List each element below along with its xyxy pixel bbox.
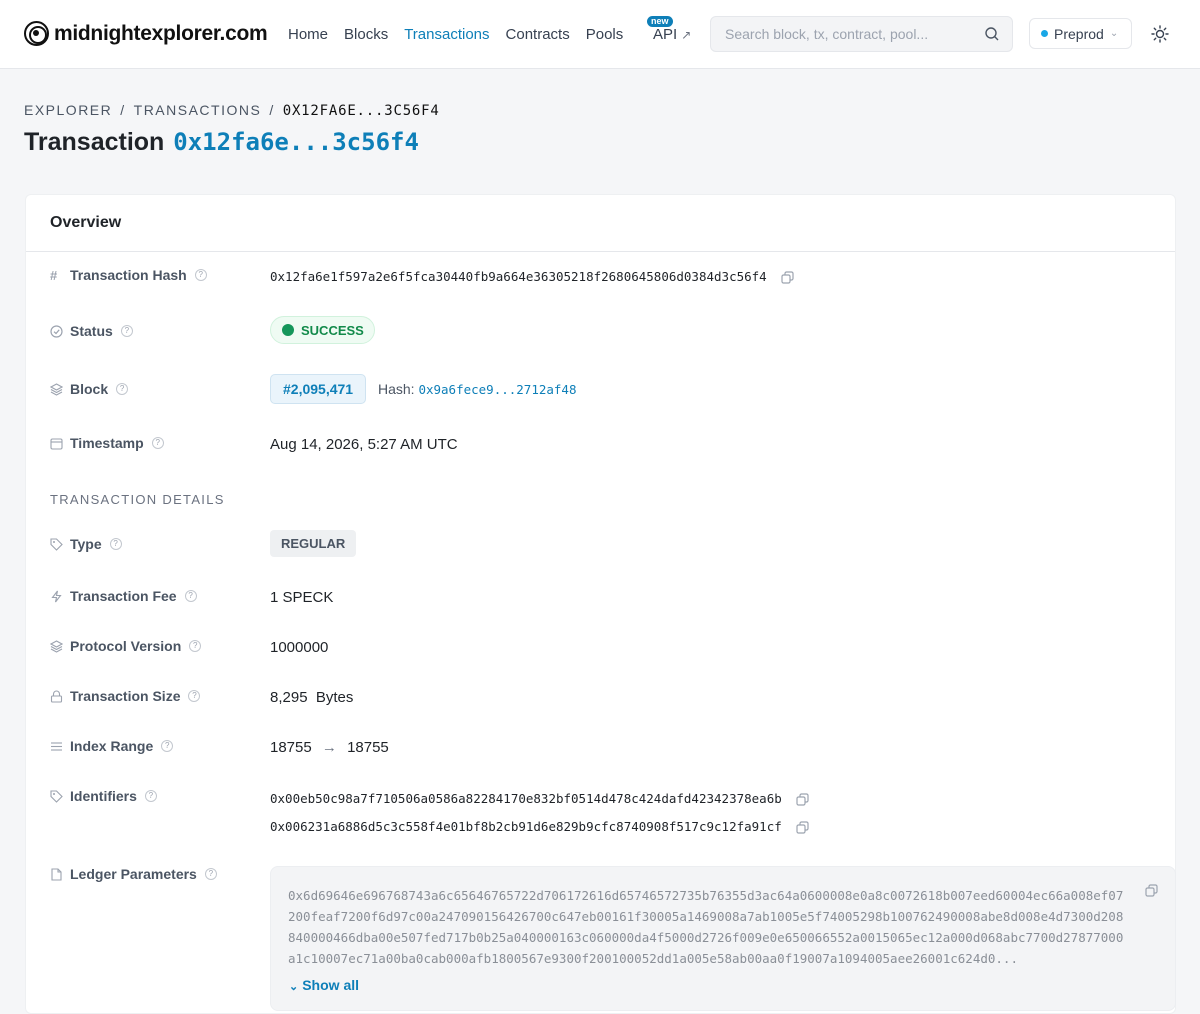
block-hash-link[interactable]: 0x9a6fece9...2712af48	[418, 382, 576, 397]
label-transaction-size: Transaction Size	[70, 688, 181, 704]
layers-icon	[50, 639, 63, 653]
protocol-version-value: 1000000	[270, 639, 329, 656]
main-nav: Home Blocks Transactions Contracts Pools…	[288, 16, 691, 43]
transaction-size-value: 8,295 Bytes	[270, 689, 354, 706]
help-icon[interactable]: ?	[161, 740, 174, 752]
label-protocol-version: Protocol Version	[70, 638, 182, 654]
label-transaction-fee: Transaction Fee	[70, 588, 177, 604]
type-badge: REGULAR	[270, 530, 357, 557]
tag-icon	[50, 537, 63, 551]
help-icon[interactable]: ?	[189, 640, 202, 652]
lightning-icon	[51, 590, 62, 602]
label-type: Type	[70, 536, 102, 552]
help-icon[interactable]: ?	[120, 325, 133, 337]
breadcrumb: Explorer / Transactions/0x12fa6e...3c56f4	[24, 102, 440, 119]
help-icon[interactable]: ?	[204, 868, 217, 880]
show-all-button[interactable]: ⌄ Show all	[289, 977, 359, 993]
page-title-hash: 0x12fa6e...3c56f4	[173, 128, 419, 156]
help-icon[interactable]: ?	[116, 383, 129, 395]
help-icon[interactable]: ?	[194, 269, 207, 281]
nav-api[interactable]: new API ↗	[647, 16, 692, 43]
label-timestamp: Timestamp	[70, 435, 144, 451]
arrow-right-icon: →	[321, 739, 337, 756]
identifier-item: 0x00eb50c98a7f710506a0586a82284170e832bf…	[270, 790, 809, 818]
overview-card: Overview # Transaction Hash ? 0x12fa6e1f…	[25, 194, 1176, 1014]
page-title: Transaction 0x12fa6e...3c56f4	[24, 128, 419, 157]
new-badge: new	[647, 16, 673, 27]
logo-text: midnightexplorer.com	[54, 21, 268, 45]
card-title: Overview	[26, 195, 1175, 252]
status-badge: SUCCESS	[270, 316, 375, 344]
hash-icon: #	[50, 267, 58, 283]
nav-contracts[interactable]: Contracts	[506, 26, 570, 43]
top-header: midnightexplorer.com Home Blocks Transac…	[0, 0, 1200, 69]
lock-icon	[50, 690, 63, 703]
copy-icon[interactable]	[796, 793, 809, 806]
label-transaction-hash: Transaction Hash	[70, 267, 187, 283]
network-label: Preprod	[1054, 25, 1104, 42]
copy-icon[interactable]	[1145, 884, 1158, 897]
index-range-to: 18755	[347, 739, 389, 756]
help-icon[interactable]: ?	[188, 690, 201, 702]
identifier-value: 0x006231a6886d5c3c558f4e01bf8b2cb91d6e82…	[270, 819, 782, 834]
copy-icon[interactable]	[780, 271, 794, 284]
block-number-link[interactable]: #2,095,471	[270, 374, 367, 404]
identifier-value: 0x00eb50c98a7f710506a0586a82284170e832bf…	[270, 791, 782, 806]
show-all-label: Show all	[302, 977, 360, 993]
chevron-down-icon: ⌄	[289, 981, 299, 993]
label-index-range: Index Range	[70, 738, 154, 754]
nav-home[interactable]: Home	[288, 26, 328, 43]
search-input[interactable]	[711, 17, 961, 51]
label-block: Block	[70, 381, 109, 397]
nav-pools[interactable]: Pools	[586, 26, 624, 43]
tag-icon	[50, 789, 63, 803]
network-status-dot	[1041, 30, 1048, 37]
layers-icon	[50, 382, 63, 396]
identifier-item: 0x006231a6886d5c3c558f4e01bf8b2cb91d6e82…	[270, 818, 809, 834]
copy-icon[interactable]	[796, 821, 809, 834]
help-icon[interactable]: ?	[184, 590, 197, 602]
logo[interactable]: midnightexplorer.com	[24, 21, 268, 46]
search-icon[interactable]	[984, 26, 1000, 42]
breadcrumb-current: 0x12fa6e...3c56f4	[282, 103, 440, 119]
nav-api-label: API	[653, 26, 678, 43]
label-status: Status	[70, 323, 113, 339]
file-icon	[51, 867, 62, 881]
transaction-fee-value: 1 SPECK	[270, 589, 334, 606]
help-icon[interactable]: ?	[109, 538, 122, 550]
index-range-from: 18755	[270, 739, 312, 756]
success-dot-icon	[282, 324, 294, 336]
status-text: SUCCESS	[301, 322, 364, 338]
block-hash-label: Hash:	[377, 381, 415, 397]
transaction-hash-value: 0x12fa6e1f597a2e6f5fca30440fb9a664e36305…	[270, 269, 767, 284]
check-circle-icon	[50, 324, 63, 338]
search-box	[710, 16, 1013, 52]
breadcrumb-transactions[interactable]: Transactions	[134, 102, 262, 118]
ledger-parameters-box: 0x6d69646e696768743a6c65646765722d706172…	[270, 866, 1176, 1011]
section-title-transaction-details: Transaction Details	[50, 492, 225, 507]
calendar-icon	[50, 437, 63, 450]
external-link-icon: ↗	[681, 28, 692, 42]
page-title-prefix: Transaction	[24, 128, 165, 156]
label-ledger-parameters: Ledger Parameters	[70, 866, 197, 882]
chevron-down-icon: ⌄	[1109, 28, 1119, 39]
network-selector[interactable]: Preprod ⌄	[1029, 18, 1132, 49]
nav-transactions[interactable]: Transactions	[404, 26, 489, 43]
ledger-parameters-value: 0x6d69646e696768743a6c65646765722d706172…	[288, 888, 1124, 966]
breadcrumb-explorer[interactable]: Explorer	[24, 102, 112, 118]
theme-toggle-sun-icon[interactable]	[1150, 24, 1170, 44]
list-icon	[51, 741, 62, 751]
help-icon[interactable]: ?	[151, 437, 164, 449]
nav-blocks[interactable]: Blocks	[344, 26, 388, 43]
help-icon[interactable]: ?	[144, 790, 157, 802]
logo-icon	[24, 21, 49, 46]
label-identifiers: Identifiers	[70, 788, 137, 804]
timestamp-value: Aug 14, 2026, 5:27 AM UTC	[270, 436, 458, 453]
